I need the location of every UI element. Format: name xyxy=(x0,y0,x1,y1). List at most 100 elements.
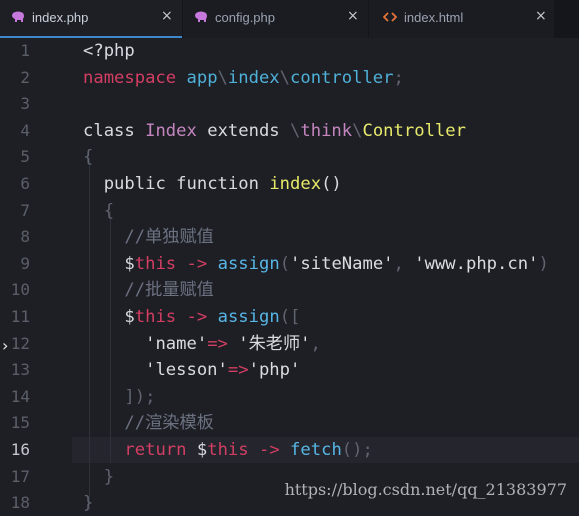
keyword: public xyxy=(103,174,166,194)
code-line-4: class Index extends \think\Controller xyxy=(83,118,466,144)
separator: \ xyxy=(352,120,363,141)
code-line-7: { xyxy=(83,198,114,224)
code-line-10: //批量赋值 xyxy=(83,277,214,303)
line-number: 3 xyxy=(20,94,30,114)
code-line-17: } xyxy=(83,464,114,490)
separator: \ xyxy=(217,67,228,88)
close-icon[interactable]: × xyxy=(161,8,173,24)
code-line-1: <?php xyxy=(83,38,135,64)
string: 'www.php.cn' xyxy=(414,253,539,274)
line-number: 10 xyxy=(10,280,30,300)
line-number: 5 xyxy=(20,147,30,167)
code-line-18: } xyxy=(83,490,93,516)
paren: ) xyxy=(538,253,549,274)
comment: //渲染模板 xyxy=(124,413,214,434)
semicolon: ; xyxy=(393,67,404,88)
paren-bracket: ([ xyxy=(279,307,301,327)
paren: ( xyxy=(279,253,291,274)
method-name: fetch xyxy=(290,440,342,460)
separator: \ xyxy=(279,67,291,88)
code-line-9: $this -> assign('siteName', 'www.php.cn'… xyxy=(83,251,549,277)
line-number: 15 xyxy=(10,413,30,433)
line-number: 1 xyxy=(20,41,30,60)
separator: \ xyxy=(290,120,301,141)
tab-index-html[interactable]: index.html × xyxy=(369,0,554,38)
arrow-operator: -> xyxy=(258,440,280,460)
namespace-part: app xyxy=(186,67,218,88)
line-number: 2 xyxy=(20,67,30,87)
string: '朱老师' xyxy=(238,333,311,354)
line-number: 13 xyxy=(10,360,30,380)
this-keyword: this xyxy=(134,307,177,327)
close-icon[interactable]: × xyxy=(535,8,547,24)
parent-class: Controller xyxy=(362,120,466,141)
tab-label: index.php xyxy=(32,10,89,25)
line-number: 11 xyxy=(10,307,30,326)
line-number: 17 xyxy=(10,466,30,486)
line-number: 14 xyxy=(10,386,30,406)
php-elephant-icon xyxy=(195,11,207,22)
keyword: class xyxy=(83,120,135,141)
code-line-13: 'lesson'=>'php' xyxy=(83,357,300,383)
namespace-part: think xyxy=(300,120,353,141)
line-number-current: 16 xyxy=(10,440,30,459)
code-line-2: namespace app\index\controller; xyxy=(83,65,404,91)
parens: (); xyxy=(341,440,373,460)
code-line-12: 'name'=> '朱老师', xyxy=(83,331,321,357)
fold-arrow-icon[interactable]: › xyxy=(2,336,8,355)
comma: , xyxy=(393,253,404,274)
line-number: 18 xyxy=(10,493,30,513)
line-number: 4 xyxy=(20,120,30,140)
method-name: assign xyxy=(217,253,280,274)
keyword: function xyxy=(176,174,259,194)
this-keyword: this xyxy=(134,253,177,274)
parens: () xyxy=(321,174,342,194)
function-name: index xyxy=(269,174,322,194)
brace: } xyxy=(83,493,94,514)
brace: { xyxy=(83,147,94,168)
comma: , xyxy=(310,333,321,354)
tab-label: config.php xyxy=(215,10,275,25)
bracket-close: ]); xyxy=(124,386,156,407)
watermark: https://blog.csdn.net/qq_21383977 xyxy=(284,480,567,499)
code-line-5: { xyxy=(83,144,93,170)
code-editor[interactable]: 1 2 3 4 5 6 7 8 9 10 11 12 13 14 15 16 1… xyxy=(0,38,579,513)
code-line-11: $this -> assign([ xyxy=(83,304,300,330)
code-line-16: return $this -> fetch(); xyxy=(83,437,373,463)
code-line-6: public function index() xyxy=(83,171,342,197)
code-line-15: //渲染模板 xyxy=(83,410,214,436)
tab-label: index.html xyxy=(404,10,464,25)
dollar: $ xyxy=(124,253,135,274)
tab-config-php[interactable]: config.php × xyxy=(183,0,368,38)
method-name: assign xyxy=(217,307,280,327)
arrow-operator: -> xyxy=(186,253,208,274)
class-name: Index xyxy=(145,120,197,141)
brace: } xyxy=(103,466,115,487)
line-number-gutter: 1 2 3 4 5 6 7 8 9 10 11 12 13 14 15 16 1… xyxy=(0,38,72,512)
comment: //批量赋值 xyxy=(124,280,214,301)
code-line-8: //单独赋值 xyxy=(83,224,213,250)
string: 'siteName' xyxy=(290,253,394,274)
close-icon[interactable]: × xyxy=(347,8,359,24)
tab-bar: index.php × config.php × index.html × xyxy=(0,0,579,38)
dollar: $ xyxy=(124,307,135,327)
line-number: 8 xyxy=(20,227,30,247)
brace: { xyxy=(103,200,115,221)
namespace-part: index xyxy=(227,67,280,88)
string: 'php' xyxy=(248,360,301,381)
keyword: namespace xyxy=(83,67,177,88)
string: 'name' xyxy=(145,333,208,354)
namespace-part: controller xyxy=(290,67,394,88)
line-number: 6 xyxy=(20,174,30,193)
tab-index-php[interactable]: index.php × xyxy=(0,0,182,38)
php-elephant-icon xyxy=(12,11,24,22)
arrow-operator: -> xyxy=(186,307,208,327)
keyword: extends xyxy=(207,120,280,141)
line-number: 7 xyxy=(20,200,30,220)
line-number: 9 xyxy=(20,253,30,273)
code-line-14: ]); xyxy=(83,384,155,410)
dollar: $ xyxy=(196,440,208,460)
code-brackets-icon xyxy=(383,12,397,22)
string: 'lesson' xyxy=(145,360,228,381)
arrow-operator: => xyxy=(207,333,228,354)
